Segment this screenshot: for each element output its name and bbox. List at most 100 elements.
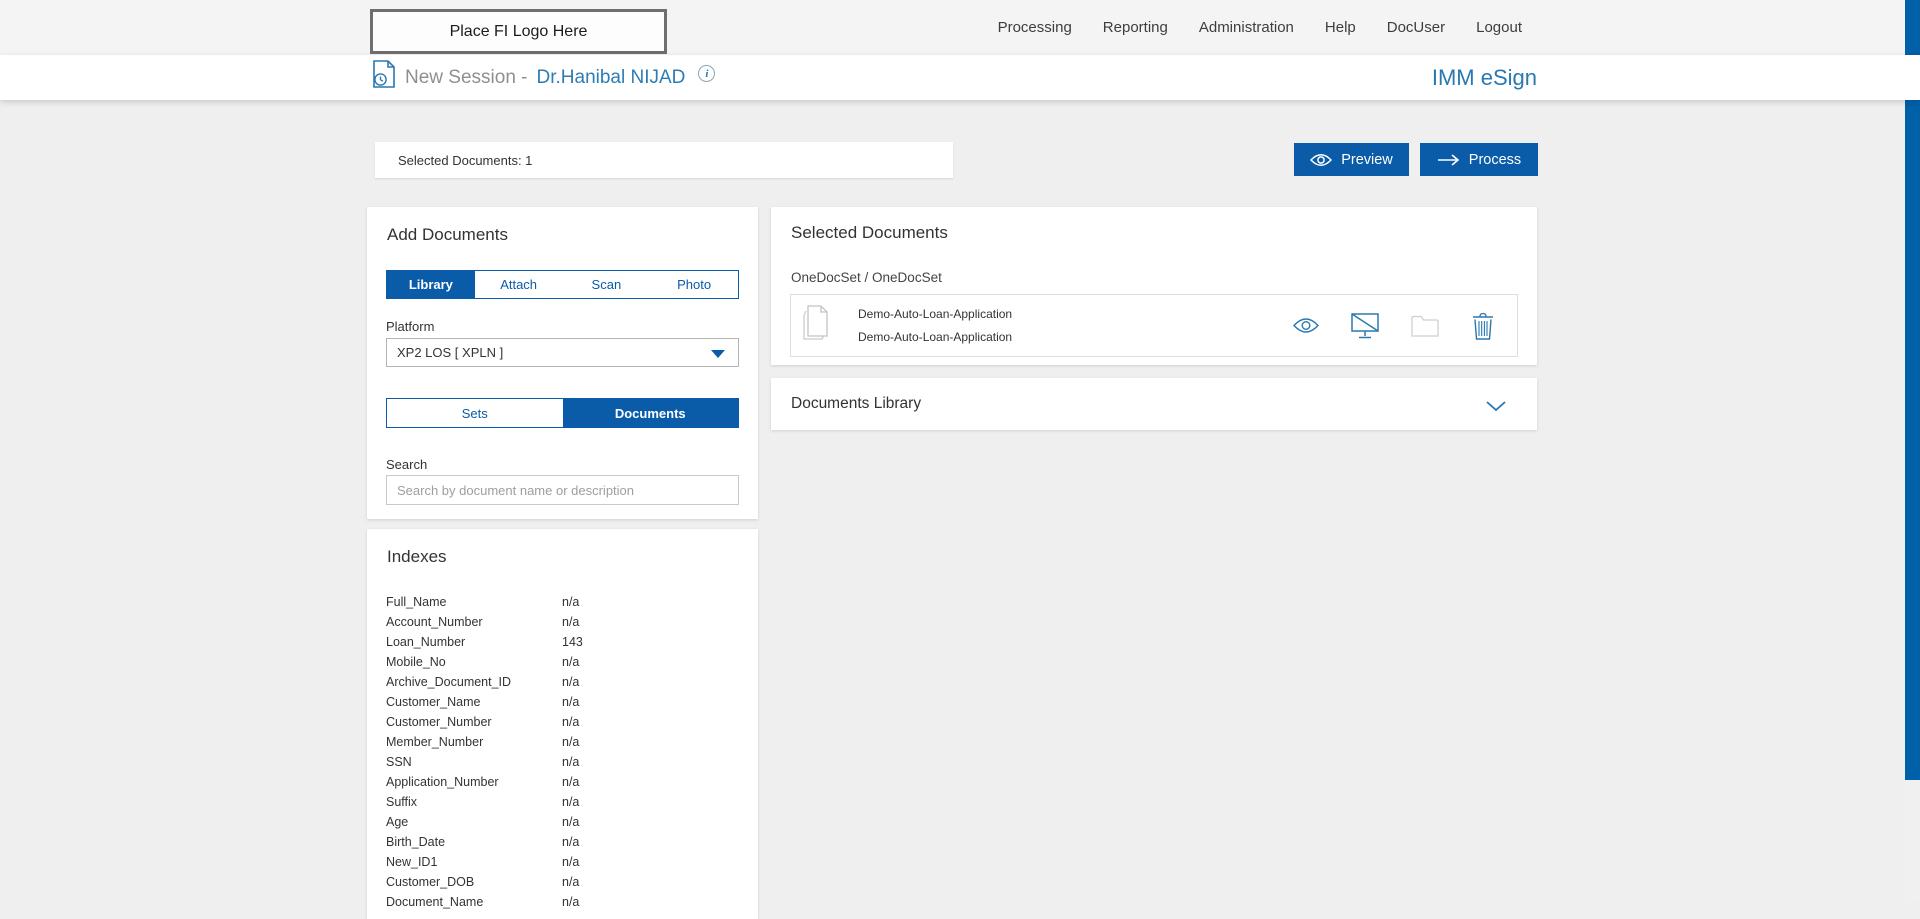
index-label: SSN bbox=[386, 755, 562, 769]
tab-scan[interactable]: Scan bbox=[563, 271, 651, 298]
index-value: 143 bbox=[562, 635, 583, 649]
index-label: Archive_Document_ID bbox=[386, 675, 562, 689]
index-row: Customer_Namen/a bbox=[386, 692, 739, 712]
preview-button-label: Preview bbox=[1341, 152, 1393, 168]
menu-item-docuser[interactable]: DocUser bbox=[1387, 19, 1445, 36]
platform-dropdown-value: XP2 LOS [ XPLN ] bbox=[397, 345, 503, 360]
search-label: Search bbox=[386, 457, 427, 472]
index-value: n/a bbox=[562, 855, 579, 869]
index-row: Full_Namen/a bbox=[386, 592, 739, 612]
page-scrollbar bbox=[1905, 0, 1920, 901]
top-navigation-bar: Place FI Logo Here Processing Reporting … bbox=[0, 0, 1920, 55]
index-value: n/a bbox=[562, 715, 579, 729]
index-value: n/a bbox=[562, 835, 579, 849]
document-description: Demo-Auto-Loan-Application bbox=[858, 330, 1012, 344]
index-label: Birth_Date bbox=[386, 835, 562, 849]
index-label: Customer_Name bbox=[386, 695, 562, 709]
index-label: Mobile_No bbox=[386, 655, 562, 669]
index-label: Member_Number bbox=[386, 735, 562, 749]
process-button-label: Process bbox=[1469, 152, 1521, 168]
index-row: Customer_Numbern/a bbox=[386, 712, 739, 732]
documents-library-title: Documents Library bbox=[791, 378, 921, 430]
add-documents-title: Add Documents bbox=[387, 225, 508, 245]
indexes-panel: Indexes Full_Namen/a Account_Numbern/a L… bbox=[367, 529, 758, 919]
eye-icon bbox=[1310, 153, 1332, 167]
index-label: Document_Name bbox=[386, 895, 562, 909]
indexes-title: Indexes bbox=[387, 547, 447, 567]
index-label: Age bbox=[386, 815, 562, 829]
menu-item-processing[interactable]: Processing bbox=[998, 19, 1072, 36]
indexes-list: Full_Namen/a Account_Numbern/a Loan_Numb… bbox=[386, 592, 739, 912]
index-value: n/a bbox=[562, 615, 579, 629]
trash-icon[interactable] bbox=[1471, 312, 1495, 340]
monitor-icon[interactable] bbox=[1351, 313, 1379, 339]
index-row: New_ID1n/a bbox=[386, 852, 739, 872]
index-value: n/a bbox=[562, 875, 579, 889]
index-value: n/a bbox=[562, 695, 579, 709]
index-row: Document_Namen/a bbox=[386, 892, 739, 912]
documents-library-panel[interactable]: Documents Library bbox=[771, 378, 1537, 430]
arrow-right-icon bbox=[1437, 154, 1460, 166]
info-icon[interactable]: i bbox=[698, 65, 715, 82]
view-document-eye-icon[interactable] bbox=[1293, 317, 1319, 334]
index-label: Loan_Number bbox=[386, 635, 562, 649]
toggle-sets[interactable]: Sets bbox=[387, 399, 563, 427]
index-row: Loan_Number143 bbox=[386, 632, 739, 652]
tab-attach[interactable]: Attach bbox=[475, 271, 563, 298]
selected-document-row: Demo-Auto-Loan-Application Demo-Auto-Loa… bbox=[790, 294, 1518, 357]
process-button[interactable]: Process bbox=[1420, 143, 1538, 176]
index-row: Customer_DOBn/a bbox=[386, 872, 739, 892]
caret-down-icon bbox=[711, 350, 725, 358]
page-header: New Session - Dr.Hanibal NIJAD i IMM eSi… bbox=[0, 55, 1920, 100]
index-label: Application_Number bbox=[386, 775, 562, 789]
index-row: Application_Numbern/a bbox=[386, 772, 739, 792]
session-prefix-label: New Session - bbox=[405, 67, 528, 89]
index-row: Suffixn/a bbox=[386, 792, 739, 812]
index-row: Account_Numbern/a bbox=[386, 612, 739, 632]
index-row: Agen/a bbox=[386, 812, 739, 832]
selected-documents-summary-bar: Selected Documents: 1 bbox=[375, 142, 953, 178]
index-value: n/a bbox=[562, 675, 579, 689]
index-label: Full_Name bbox=[386, 595, 562, 609]
index-row: SSNn/a bbox=[386, 752, 739, 772]
selected-documents-panel: Selected Documents OneDocSet / OneDocSet… bbox=[771, 207, 1537, 365]
sets-documents-toggle: Sets Documents bbox=[386, 398, 739, 428]
session-title-group: New Session - Dr.Hanibal NIJAD i bbox=[372, 55, 715, 100]
add-documents-tabbar: Library Attach Scan Photo bbox=[386, 270, 739, 299]
scrollbar-thumb[interactable] bbox=[1905, 0, 1920, 780]
tab-library[interactable]: Library bbox=[387, 271, 475, 298]
index-value: n/a bbox=[562, 815, 579, 829]
index-label: Account_Number bbox=[386, 615, 562, 629]
index-row: Archive_Document_IDn/a bbox=[386, 672, 739, 692]
chevron-down-icon[interactable] bbox=[1485, 399, 1507, 417]
index-row: Mobile_Non/a bbox=[386, 652, 739, 672]
document-actions bbox=[1293, 312, 1517, 340]
menu-item-help[interactable]: Help bbox=[1325, 19, 1356, 36]
folder-icon[interactable] bbox=[1411, 315, 1439, 337]
add-documents-panel: Add Documents Library Attach Scan Photo … bbox=[367, 207, 758, 519]
index-label: Customer_Number bbox=[386, 715, 562, 729]
index-row: Member_Numbern/a bbox=[386, 732, 739, 752]
index-label: Suffix bbox=[386, 795, 562, 809]
index-value: n/a bbox=[562, 755, 579, 769]
session-user-name: Dr.Hanibal NIJAD bbox=[537, 67, 686, 89]
index-row: Birth_Daten/a bbox=[386, 832, 739, 852]
search-input[interactable] bbox=[386, 475, 739, 505]
index-value: n/a bbox=[562, 595, 579, 609]
tab-photo[interactable]: Photo bbox=[650, 271, 738, 298]
index-value: n/a bbox=[562, 655, 579, 669]
document-text: Demo-Auto-Loan-Application Demo-Auto-Loa… bbox=[858, 307, 1012, 344]
index-label: Customer_DOB bbox=[386, 875, 562, 889]
platform-label: Platform bbox=[386, 319, 434, 334]
index-value: n/a bbox=[562, 795, 579, 809]
toggle-documents[interactable]: Documents bbox=[563, 399, 739, 427]
selected-documents-count: Selected Documents: 1 bbox=[398, 153, 532, 168]
preview-button[interactable]: Preview bbox=[1294, 143, 1409, 176]
menu-item-administration[interactable]: Administration bbox=[1199, 19, 1294, 36]
menu-item-logout[interactable]: Logout bbox=[1476, 19, 1522, 36]
selected-documents-title: Selected Documents bbox=[791, 223, 948, 243]
index-label: New_ID1 bbox=[386, 855, 562, 869]
platform-dropdown[interactable]: XP2 LOS [ XPLN ] bbox=[386, 338, 739, 367]
index-value: n/a bbox=[562, 735, 579, 749]
menu-item-reporting[interactable]: Reporting bbox=[1103, 19, 1168, 36]
